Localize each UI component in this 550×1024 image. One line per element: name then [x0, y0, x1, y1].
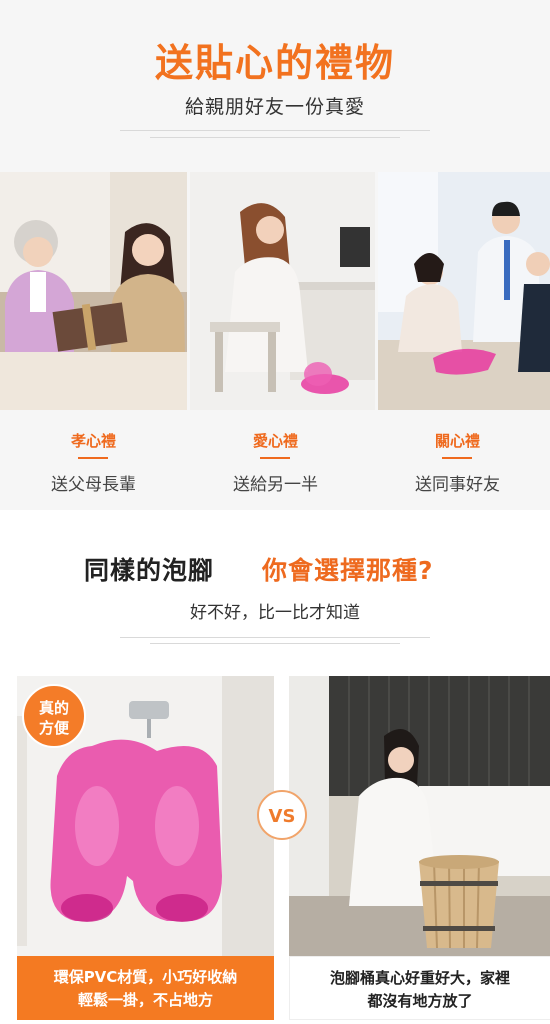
decorative-line	[120, 130, 430, 131]
compare-title-right: 你會選擇那種?	[262, 556, 434, 585]
left-caption-box: 環保PVC材質，小巧好收納 輕鬆一掛，不占地方	[17, 956, 274, 1020]
left-caption-line2: 輕鬆一掛，不占地方	[77, 991, 213, 1009]
card2-text: 送給另一半	[233, 475, 318, 495]
compare-subtitle: 好不好，比一比才知道	[190, 603, 360, 623]
left-caption-line1: 環保PVC材質，小巧好收納	[53, 968, 238, 986]
vs-badge: VS	[257, 790, 307, 840]
right-caption-line2: 都沒有地方放了	[367, 992, 473, 1010]
badge-line2: 方便	[38, 719, 69, 737]
convenient-badge: 真的 方便	[22, 684, 86, 748]
card2-heading: 愛心禮	[252, 432, 298, 450]
gift-title: 送貼心的禮物	[154, 41, 395, 85]
badge-line1: 真的	[38, 699, 69, 717]
card3-heading: 關心禮	[434, 432, 480, 450]
card3-underline	[442, 457, 472, 459]
gift-section: 送貼心的禮物 給親朋好友一份真愛 孝心禮 送父母長輩 愛心禮 送給另一半 關心禮…	[0, 0, 550, 510]
decorative-line	[120, 637, 430, 638]
decorative-line	[150, 643, 400, 644]
right-caption-box: 泡腳桶真心好重好大，家裡 都沒有地方放了	[289, 956, 550, 1020]
photo-partner	[190, 172, 375, 410]
wooden-bucket-image	[289, 676, 550, 956]
photo-parents-gift	[0, 172, 187, 410]
photo-colleagues	[378, 172, 550, 410]
card3-text: 送同事好友	[415, 475, 500, 495]
decorative-line	[150, 137, 400, 138]
gift-subtitle: 給親朋好友一份真愛	[184, 96, 365, 118]
card1-text: 送父母長輩	[51, 475, 136, 495]
right-caption-line1: 泡腳桶真心好重好大，家裡	[329, 969, 510, 987]
card2-underline	[260, 457, 290, 459]
card1-underline	[78, 457, 108, 459]
compare-title-left: 同樣的泡腳	[84, 556, 215, 585]
card1-heading: 孝心禮	[70, 432, 116, 450]
